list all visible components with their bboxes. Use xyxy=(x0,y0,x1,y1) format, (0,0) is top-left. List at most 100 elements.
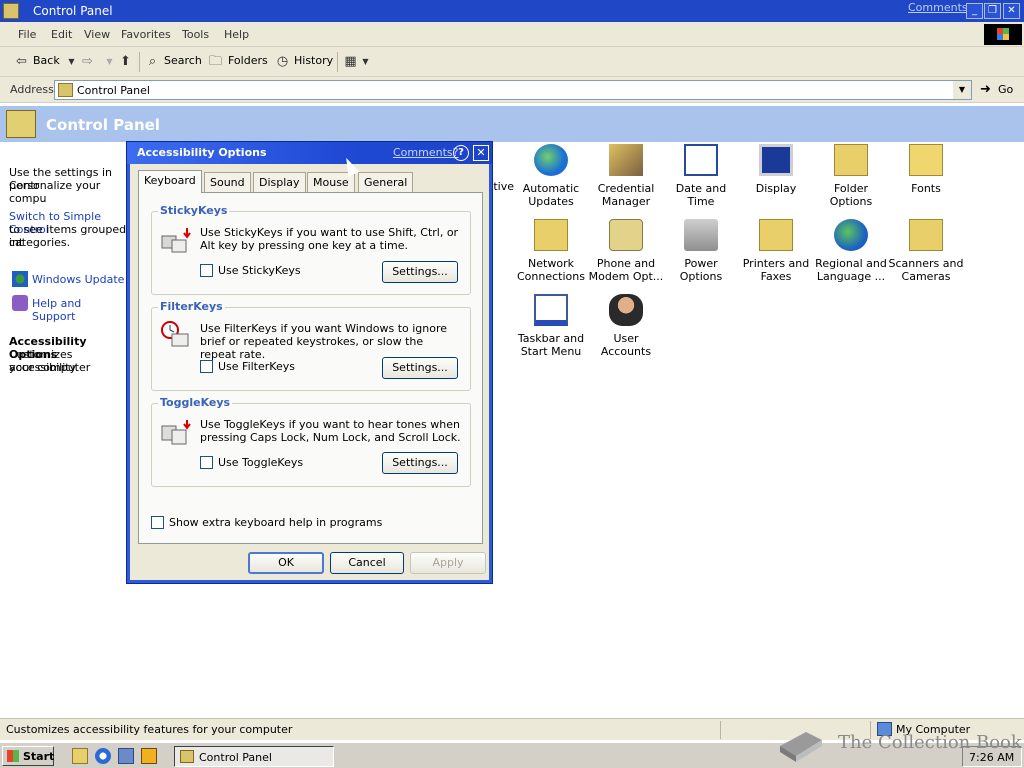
dialog-titlebar: Accessibility Options Comments? ? ✕ xyxy=(127,142,492,164)
stickykeys-settings-button[interactable]: Settings... xyxy=(382,261,458,283)
start-button[interactable]: Start xyxy=(2,746,54,766)
close-button[interactable]: ✕ xyxy=(1003,3,1020,19)
cp-item-printers-faxes[interactable]: Printers and Faxes xyxy=(738,219,814,283)
stickykeys-group: StickyKeys Use StickyKeys if you want to… xyxy=(151,204,471,295)
back-dropdown-icon[interactable]: ▼ xyxy=(64,54,79,69)
taskbar-control-panel-button[interactable]: Control Panel xyxy=(174,746,334,767)
restore-button[interactable]: ❐ xyxy=(984,3,1001,19)
details-desc-line2: your computer xyxy=(9,361,91,374)
history-button[interactable]: History xyxy=(294,54,333,67)
go-arrow-icon[interactable]: ➜ xyxy=(980,82,991,97)
book-icon xyxy=(780,732,822,762)
help-support-icon xyxy=(12,295,28,311)
cp-item-power-options[interactable]: Power Options xyxy=(663,219,739,283)
menu-view[interactable]: View xyxy=(84,28,110,41)
cancel-button[interactable]: Cancel xyxy=(330,552,404,574)
use-togglekeys-checkbox[interactable] xyxy=(200,456,213,469)
left-pane: Use the settings in Contr personalize yo… xyxy=(0,142,128,714)
menu-tools[interactable]: Tools xyxy=(182,28,209,41)
comments-link[interactable]: Comments? xyxy=(908,1,973,14)
back-button[interactable]: Back xyxy=(33,54,60,67)
cp-item-label: Folder Options xyxy=(829,182,873,208)
media-player-icon[interactable] xyxy=(141,748,157,764)
cp-item-label: Printers and xyxy=(742,257,810,270)
dialog-close-button[interactable]: ✕ xyxy=(473,145,489,161)
network-icon[interactable] xyxy=(118,748,134,764)
show-desktop-icon[interactable] xyxy=(72,748,88,764)
cp-item-automatic-updates[interactable]: Automatic Updates xyxy=(513,144,589,208)
tab-sound[interactable]: Sound xyxy=(204,172,251,192)
internet-explorer-icon[interactable] xyxy=(95,748,111,764)
menu-favorites[interactable]: Favorites xyxy=(121,28,171,41)
status-text: Customizes accessibility features for yo… xyxy=(6,723,293,736)
cp-item-regional-language[interactable]: Regional and Language ... xyxy=(813,219,889,283)
use-stickykeys-label[interactable]: Use StickyKeys xyxy=(218,264,301,277)
cp-item-phone-modem[interactable]: Phone and Modem Opt... xyxy=(588,219,664,283)
cp-item-label: Modem Opt... xyxy=(588,270,664,283)
toolbar: ⇦ Back ▼ ⇨ ▼ ⬆ ⌕ Search 🗀 Folders ◷ Hist… xyxy=(0,47,1024,77)
cp-item-taskbar-start-menu[interactable]: Taskbar and Start Menu xyxy=(513,294,589,358)
address-dropdown-icon[interactable]: ▼ xyxy=(953,81,971,99)
menu-file[interactable]: File xyxy=(18,28,36,41)
minimize-button[interactable]: _ xyxy=(966,3,983,19)
status-separator xyxy=(720,721,721,739)
back-arrow-icon[interactable]: ⇦ xyxy=(14,54,29,69)
cp-item-date-time[interactable]: Date and Time xyxy=(663,144,739,208)
cp-item-display[interactable]: Display xyxy=(738,144,814,195)
ok-button[interactable]: OK xyxy=(248,552,324,574)
views-icon[interactable]: ▦ xyxy=(343,54,358,69)
help-button[interactable]: ? xyxy=(453,145,469,161)
forward-dropdown-icon[interactable]: ▼ xyxy=(102,54,117,69)
folders-icon[interactable]: 🗀 xyxy=(208,54,223,69)
cp-item-credential-manager[interactable]: Credential Manager xyxy=(588,144,664,208)
tab-general[interactable]: General xyxy=(358,172,414,192)
use-filterkeys-checkbox[interactable] xyxy=(200,360,213,373)
filterkeys-icon xyxy=(161,321,189,347)
cp-item-user-accounts[interactable]: User Accounts xyxy=(588,294,664,358)
cp-item-label: User Accounts xyxy=(600,332,652,358)
cp-item-label: Credential xyxy=(597,182,655,195)
cp-item-network-connections[interactable]: Network Connections xyxy=(513,219,589,283)
control-panel-small-icon xyxy=(180,750,194,763)
cp-item-scanners-cameras[interactable]: Scanners and Cameras xyxy=(888,219,964,283)
cp-item-folder-options[interactable]: Folder Options xyxy=(813,144,889,208)
togglekeys-description: Use ToggleKeys if you want to hear tones… xyxy=(200,418,461,444)
control-panel-icon[interactable] xyxy=(3,3,19,19)
folders-button[interactable]: Folders xyxy=(228,54,268,67)
apply-button[interactable]: Apply xyxy=(410,552,486,574)
dialog-comments-link[interactable]: Comments? xyxy=(393,146,458,159)
views-dropdown-icon[interactable]: ▼ xyxy=(358,54,373,69)
help-support-link[interactable]: Help and Support xyxy=(32,297,128,323)
cp-item-label: Language ... xyxy=(816,270,886,283)
switch-text-line3: categories. xyxy=(9,236,71,249)
up-folder-icon[interactable]: ⬆ xyxy=(118,54,133,69)
cp-item-fonts[interactable]: Fonts xyxy=(888,144,964,195)
forward-arrow-icon[interactable]: ⇨ xyxy=(80,54,95,69)
windows-update-icon xyxy=(12,271,28,287)
cp-item-label: Taskbar and xyxy=(517,332,585,345)
use-togglekeys-label[interactable]: Use ToggleKeys xyxy=(218,456,303,469)
calendar-clock-icon xyxy=(684,144,718,176)
search-button[interactable]: Search xyxy=(164,54,202,67)
watermark-text: The Collection Book xyxy=(838,732,1022,753)
togglekeys-settings-button[interactable]: Settings... xyxy=(382,452,458,474)
go-button[interactable]: Go xyxy=(998,83,1013,96)
address-field[interactable]: Control Panel ▼ xyxy=(54,80,972,100)
togglekeys-group: ToggleKeys Use ToggleKeys if you want to… xyxy=(151,396,471,487)
windows-update-link[interactable]: Windows Update xyxy=(32,273,124,286)
menu-edit[interactable]: Edit xyxy=(51,28,72,41)
address-value[interactable]: Control Panel xyxy=(77,84,150,97)
tab-display[interactable]: Display xyxy=(253,172,306,192)
menu-help[interactable]: Help xyxy=(224,28,249,41)
history-icon[interactable]: ◷ xyxy=(275,54,290,69)
filterkeys-settings-button[interactable]: Settings... xyxy=(382,357,458,379)
use-filterkeys-label[interactable]: Use FilterKeys xyxy=(218,360,295,373)
extra-keyboard-help-checkbox[interactable] xyxy=(151,516,164,529)
search-icon[interactable]: ⌕ xyxy=(145,54,160,69)
tab-keyboard[interactable]: Keyboard xyxy=(138,170,202,193)
extra-keyboard-help-label[interactable]: Show extra keyboard help in programs xyxy=(169,516,382,529)
use-stickykeys-checkbox[interactable] xyxy=(200,264,213,277)
task-label: Control Panel xyxy=(199,751,272,764)
control-panel-large-icon xyxy=(6,110,36,138)
toolbar-separator xyxy=(337,52,338,72)
